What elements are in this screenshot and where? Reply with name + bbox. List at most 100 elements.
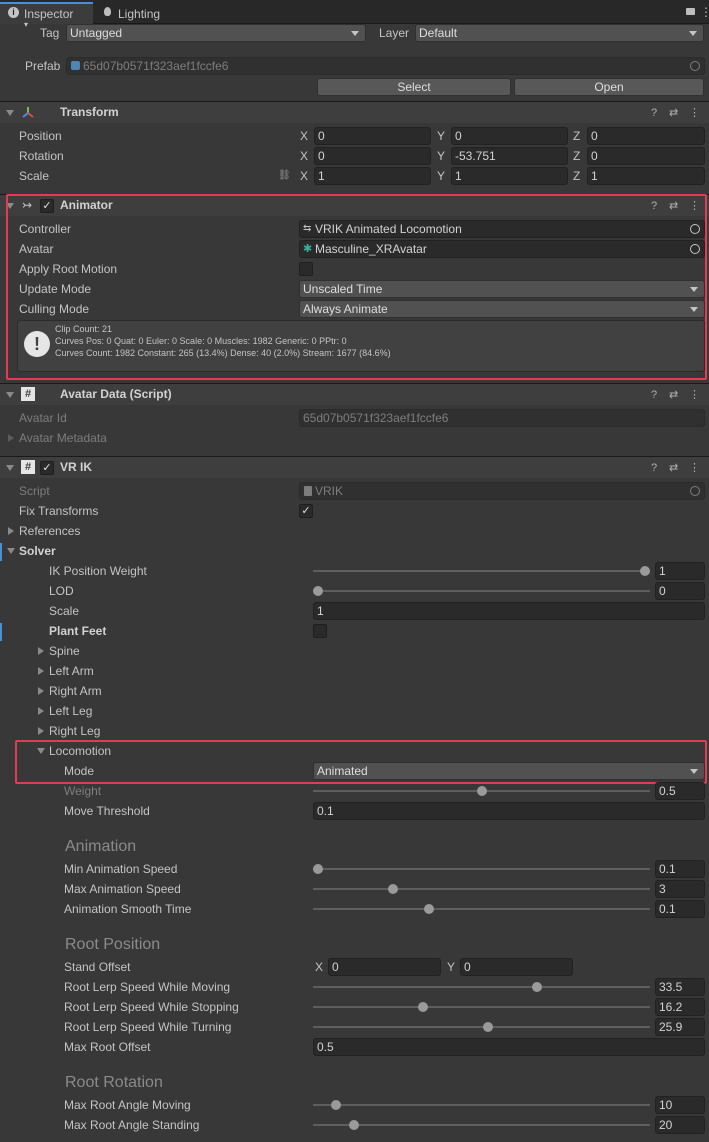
foldout-arrow-icon[interactable]: [38, 707, 44, 715]
scale-z-field[interactable]: 1: [587, 167, 705, 185]
presets-icon[interactable]: ⇄: [669, 105, 678, 121]
script-field[interactable]: VRIK: [299, 482, 705, 500]
slider-handle[interactable]: [532, 982, 543, 992]
rotation-z-axis-label[interactable]: Z: [573, 146, 580, 166]
layer-dropdown[interactable]: Default: [415, 24, 704, 42]
context-menu-icon[interactable]: ⋮: [689, 460, 700, 476]
slider-track[interactable]: [313, 986, 650, 988]
object-picker-icon[interactable]: [690, 61, 700, 71]
scale-y-field[interactable]: 1: [451, 167, 568, 185]
scale-x-axis-label[interactable]: X: [300, 166, 308, 186]
open-button[interactable]: Open: [514, 78, 704, 96]
select-button[interactable]: Select: [317, 78, 511, 96]
slider-value-field[interactable]: 20: [655, 1116, 705, 1134]
slider-handle[interactable]: [640, 566, 650, 576]
slider-track[interactable]: [313, 1026, 650, 1028]
presets-icon[interactable]: ⇄: [669, 460, 678, 476]
prefab-field[interactable]: 65d07b0571f323aef1fccfe6: [66, 57, 705, 75]
fix-transforms-checkbox[interactable]: ✓: [299, 504, 313, 518]
context-menu-icon[interactable]: ⋮: [689, 105, 700, 121]
context-menu-icon[interactable]: ⋮: [689, 387, 700, 403]
slider-value-field[interactable]: 16.2: [655, 998, 705, 1016]
slider-handle[interactable]: [424, 904, 435, 914]
slider-value-field[interactable]: 0.5: [655, 782, 705, 800]
slider-value-field[interactable]: 0.1: [655, 900, 705, 918]
references-label[interactable]: References: [19, 521, 80, 541]
tab-lighting[interactable]: Lighting: [98, 2, 188, 24]
solver-label[interactable]: Solver: [19, 541, 56, 561]
slider-value-field[interactable]: 33.5: [655, 978, 705, 996]
position-y-field[interactable]: 0: [451, 127, 568, 145]
slider-track[interactable]: [313, 570, 650, 572]
foldout-arrow-icon[interactable]: [8, 434, 14, 442]
scale-x-field[interactable]: 1: [314, 167, 431, 185]
slider-value-field[interactable]: 0.1: [655, 860, 705, 878]
position-x-field[interactable]: 0: [314, 127, 431, 145]
object-picker-icon[interactable]: [690, 486, 700, 496]
foldout-arrow-icon[interactable]: [7, 548, 15, 554]
right-leg-label[interactable]: Right Leg: [49, 721, 100, 741]
transform-header[interactable]: Transform ? ⇄ ⋮: [0, 101, 709, 123]
slider-value-field[interactable]: 3: [655, 880, 705, 898]
slider-handle[interactable]: [313, 586, 323, 596]
help-icon[interactable]: ?: [651, 105, 657, 121]
position-y-axis-label[interactable]: Y: [437, 126, 445, 146]
slider-handle[interactable]: [483, 1022, 494, 1032]
rotation-y-axis-label[interactable]: Y: [437, 146, 445, 166]
lock-icon[interactable]: [686, 8, 695, 15]
stand-offset-x-field[interactable]: 0: [328, 958, 441, 976]
slider-handle[interactable]: [348, 1120, 359, 1130]
slider-value-field[interactable]: 0: [655, 582, 705, 600]
left-leg-label[interactable]: Left Leg: [49, 701, 92, 721]
help-icon[interactable]: ?: [651, 387, 657, 403]
tab-inspector[interactable]: i Inspector: [0, 2, 93, 24]
scale-z-axis-label[interactable]: Z: [573, 166, 580, 186]
presets-icon[interactable]: ⇄: [669, 387, 678, 403]
slider-track[interactable]: [313, 908, 650, 910]
foldout-arrow-icon[interactable]: [38, 667, 44, 675]
slider-handle[interactable]: [388, 884, 399, 894]
scale-field[interactable]: 1: [313, 602, 705, 620]
right-arm-label[interactable]: Right Arm: [49, 681, 102, 701]
slider-handle[interactable]: [313, 864, 323, 874]
scale-y-axis-label[interactable]: Y: [437, 166, 445, 186]
stand-offset-y-field[interactable]: 0: [460, 958, 573, 976]
position-x-axis-label[interactable]: X: [300, 126, 308, 146]
rotation-y-field[interactable]: -53.751: [451, 147, 568, 165]
slider-track[interactable]: [313, 1124, 650, 1126]
avatar-id-field[interactable]: 65d07b0571f323aef1fccfe6: [299, 409, 705, 427]
slider-value-field[interactable]: 10: [655, 1096, 705, 1114]
slider-handle[interactable]: [330, 1100, 341, 1110]
left-arm-label[interactable]: Left Arm: [49, 661, 94, 681]
plant-feet-checkbox[interactable]: [313, 624, 327, 638]
position-z-field[interactable]: 0: [587, 127, 705, 145]
vrik-enabled-checkbox[interactable]: ✓: [40, 461, 54, 475]
slider-handle[interactable]: [417, 1002, 428, 1012]
foldout-arrow-icon[interactable]: [38, 727, 44, 735]
foldout-arrow-icon[interactable]: [6, 110, 14, 116]
more-menu-icon[interactable]: ⋮: [700, 4, 709, 20]
slider-value-field[interactable]: 1: [655, 562, 705, 580]
help-icon[interactable]: ?: [651, 460, 657, 476]
position-z-axis-label[interactable]: Z: [573, 126, 580, 146]
slider-track[interactable]: [313, 868, 650, 870]
move-threshold-field[interactable]: 0.1: [313, 802, 705, 820]
avatar-data-header[interactable]: # Avatar Data (Script) ? ⇄ ⋮: [0, 383, 709, 405]
rotation-z-field[interactable]: 0: [587, 147, 705, 165]
slider-track[interactable]: [313, 888, 650, 890]
slider-track[interactable]: [313, 1104, 650, 1106]
slider-value-field[interactable]: 25.9: [655, 1018, 705, 1036]
rotation-x-axis-label[interactable]: X: [300, 146, 308, 166]
spine-label[interactable]: Spine: [49, 641, 80, 661]
foldout-arrow-icon[interactable]: [6, 465, 14, 471]
foldout-arrow-icon[interactable]: [6, 392, 14, 398]
link-scale-icon[interactable]: ⛓: [278, 170, 291, 181]
slider-track[interactable]: [313, 590, 650, 592]
foldout-arrow-icon[interactable]: [38, 687, 44, 695]
slider-track[interactable]: [313, 1006, 650, 1008]
max-offset-field[interactable]: 0.5: [313, 1038, 705, 1056]
rotation-x-field[interactable]: 0: [314, 147, 431, 165]
tag-dropdown[interactable]: Untagged: [66, 24, 366, 42]
vrik-header[interactable]: # ✓ VR IK ? ⇄ ⋮: [0, 456, 709, 478]
slider-handle[interactable]: [476, 786, 487, 796]
